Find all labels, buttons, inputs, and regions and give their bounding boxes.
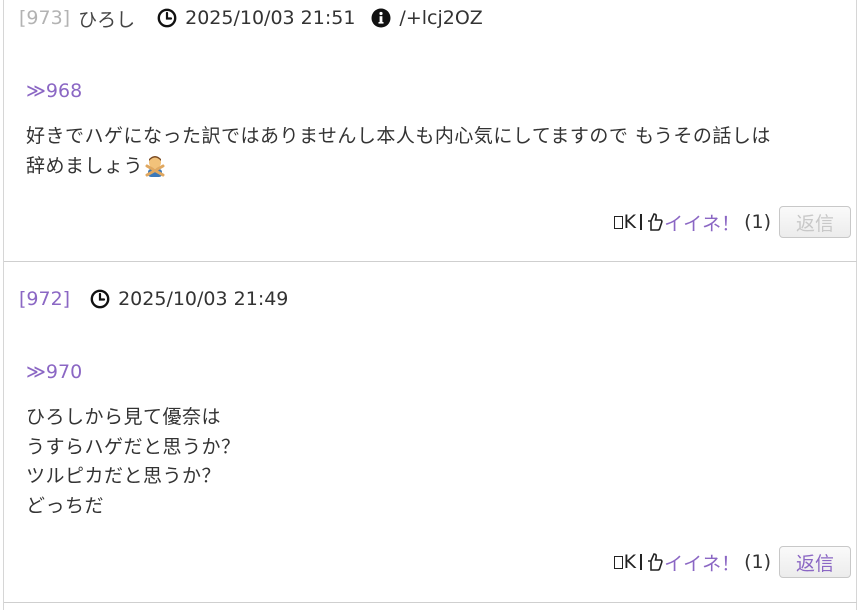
info-icon: [371, 8, 391, 28]
like-bar-icon: [640, 554, 643, 570]
like-label: イイネ！: [664, 552, 741, 575]
ok-box-icon: [613, 215, 623, 229]
person-gesturing-no-icon: [145, 155, 165, 177]
post-divider: [4, 602, 857, 603]
thumbs-up-icon: [648, 213, 663, 231]
post-972: [972] 2025/10/03 21:49 ≫970 ひろしから見て優奈は う…: [4, 262, 857, 602]
post-date: 2025/10/03 21:51: [185, 7, 356, 29]
post-date: 2025/10/03 21:49: [118, 288, 289, 310]
reply-anchor-link[interactable]: ≫970: [26, 361, 82, 383]
post-body-line: ツルピカだと思うか？: [26, 465, 222, 487]
like-button[interactable]: イイネ！: [640, 549, 740, 576]
ok-label: K: [613, 211, 637, 233]
reply-anchor-link[interactable]: ≫968: [26, 80, 82, 102]
author-name: ひろし: [78, 8, 136, 31]
like-bar-icon: [640, 214, 643, 230]
like-button[interactable]: イイネ！: [640, 209, 740, 236]
post-body: 好きでハゲになった訳ではありませんし本人も内心気にしてますので もうその話しは …: [26, 122, 771, 181]
post-body-line: うすらハゲだと思うか？: [26, 435, 241, 458]
reply-button[interactable]: 返信: [779, 206, 851, 238]
post-actions: K イイネ！ (1) 返信: [613, 545, 851, 579]
post-body: ひろしから見て優奈は うすらハゲだと思うか？ ツルピカだと思うか？ どっちだ: [26, 403, 241, 521]
ok-box-icon: [613, 555, 623, 569]
clock-icon: [157, 8, 177, 28]
post-number[interactable]: [972]: [19, 288, 70, 310]
post-body-line-with-emoji: 辞めましょう: [26, 152, 771, 182]
clock-icon: [90, 289, 110, 309]
like-count: (1): [744, 211, 771, 233]
post-actions: K イイネ！ (1) 返信: [613, 205, 851, 239]
post-header: [972] 2025/10/03 21:49: [19, 287, 304, 311]
ok-text: K: [623, 211, 637, 233]
post-body-line: ひろしから見て優奈は: [26, 406, 222, 428]
ok-label: K: [613, 551, 637, 573]
like-label: イイネ！: [664, 212, 741, 235]
post-973: [973] ひろし 2025/10/03 21:51 /+lcj2OZ ≫968…: [4, 0, 857, 261]
like-count: (1): [744, 551, 771, 573]
reply-button[interactable]: 返信: [779, 546, 851, 578]
user-id: /+lcj2OZ: [399, 7, 483, 29]
post-body-line: 好きでハゲになった訳ではありませんし本人も内心気にしてますので もうその話しは: [26, 125, 771, 147]
post-number[interactable]: [973]: [19, 7, 70, 29]
post-body-line: どっちだ: [26, 494, 105, 517]
post-header: [973] ひろし 2025/10/03 21:51 /+lcj2OZ: [19, 6, 483, 31]
ok-text: K: [623, 551, 637, 573]
post-body-line: 辞めましょう: [26, 154, 144, 177]
thumbs-up-icon: [648, 553, 663, 571]
